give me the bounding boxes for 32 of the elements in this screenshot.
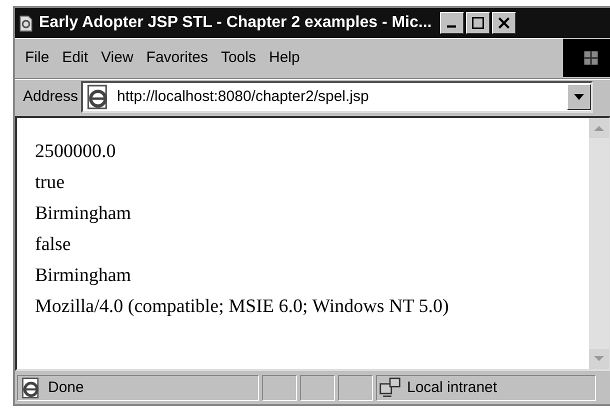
window-logo-icon	[582, 48, 600, 67]
document-icon	[17, 14, 35, 32]
menu-item[interactable]: Favorites	[146, 46, 208, 70]
status-panel	[338, 375, 373, 402]
maximize-button[interactable]	[466, 12, 490, 34]
address-label: Address	[22, 86, 78, 107]
output-line: Mozilla/4.0 (compatible; MSIE 6.0; Windows NT 5.0)	[35, 295, 450, 318]
minimize-icon	[447, 25, 456, 28]
zone-text: Local intranet	[407, 378, 498, 398]
status-panel	[300, 375, 335, 402]
menu-item[interactable]: Help	[269, 46, 300, 70]
output-line: true	[35, 171, 66, 194]
dropdown-button[interactable]	[567, 84, 592, 110]
menu-item[interactable]: Edit	[62, 46, 88, 70]
close-button[interactable]	[492, 12, 516, 34]
output-line: 2500000.0	[35, 140, 117, 164]
output-line: false	[35, 233, 72, 256]
address-field[interactable]: http://localhost:8080/chapter2/spel.jsp	[81, 81, 594, 114]
output-line: Birmingham	[35, 264, 132, 288]
network-icon	[379, 377, 401, 400]
window-title: Early Adopter JSP STL - Chapter 2 examples - Mic...	[39, 12, 432, 33]
menu-item[interactable]: Tools	[220, 46, 256, 70]
close-icon	[498, 16, 510, 29]
caret-icon	[574, 94, 584, 100]
address-value: http://localhost:8080/chapter2/spel.jsp	[117, 86, 370, 107]
menu-item[interactable]: View	[101, 46, 134, 70]
maximize-icon	[472, 16, 484, 29]
status-panel	[262, 375, 297, 402]
output-line: Birmingham	[35, 202, 132, 226]
minimize-button[interactable]	[440, 12, 464, 34]
menu-item[interactable]: File	[25, 46, 50, 70]
status-text: Done	[48, 378, 84, 398]
